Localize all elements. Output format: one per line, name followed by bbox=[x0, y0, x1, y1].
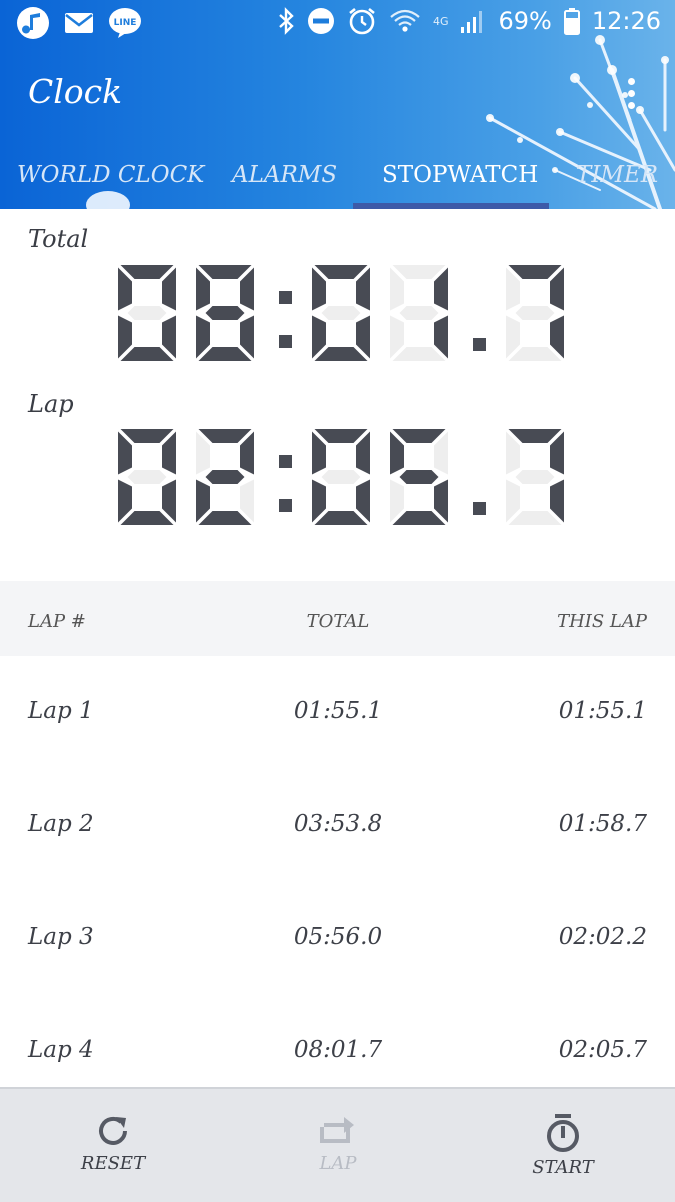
do-not-disturb-icon bbox=[307, 7, 335, 35]
lap-time-display: 02:05.7 bbox=[110, 427, 570, 527]
segment-a bbox=[314, 429, 368, 443]
bottom-action-bar: RESET LAP START bbox=[0, 1087, 675, 1202]
mail-icon bbox=[64, 11, 94, 35]
segment-a bbox=[198, 429, 252, 443]
segment-a bbox=[392, 265, 446, 279]
lap-split: 01:58.7 bbox=[558, 811, 647, 837]
segment-d bbox=[198, 347, 252, 361]
lap-row: Lap 4 08:01.7 02:05.7 bbox=[0, 995, 675, 1086]
svg-text:LINE: LINE bbox=[114, 18, 137, 28]
segment-a bbox=[392, 429, 446, 443]
segment-d bbox=[392, 511, 446, 525]
reset-icon bbox=[99, 1116, 127, 1145]
header-this-lap: THIS LAP bbox=[557, 611, 647, 632]
lap-row: Lap 2 03:53.8 01:58.7 bbox=[0, 769, 675, 882]
status-bar: LINE 4G 69% 12:26 bbox=[0, 0, 675, 46]
tab-stopwatch[interactable]: STOPWATCH bbox=[382, 162, 538, 188]
lap-total: 03:53.8 bbox=[293, 811, 383, 837]
battery-percent: 69% bbox=[498, 7, 552, 35]
decimal-dot bbox=[473, 338, 486, 351]
segment-a bbox=[120, 429, 174, 443]
lap-total: 01:55.1 bbox=[293, 698, 383, 724]
segment-d bbox=[314, 511, 368, 525]
clock-time: 12:26 bbox=[591, 7, 661, 35]
segment-d bbox=[314, 347, 368, 361]
lap-table-header: LAP # TOTAL THIS LAP bbox=[0, 581, 675, 656]
app-title: Clock bbox=[28, 72, 123, 111]
start-label: START bbox=[532, 1157, 594, 1178]
segment-a bbox=[314, 265, 368, 279]
colon-dot bbox=[279, 455, 292, 468]
total-time-digits bbox=[118, 265, 564, 361]
tab-alarms[interactable]: ALARMS bbox=[232, 162, 337, 188]
lap-row: Lap 3 05:56.0 02:02.2 bbox=[0, 882, 675, 995]
network-type: 4G bbox=[432, 14, 449, 28]
lap-time-digits bbox=[118, 429, 564, 525]
line-app-icon: LINE bbox=[108, 7, 142, 39]
lap-button[interactable]: LAP bbox=[263, 1089, 413, 1202]
segment-d bbox=[120, 511, 174, 525]
stopwatch-icon bbox=[547, 1114, 579, 1152]
lap-total: 08:01.7 bbox=[293, 1037, 383, 1063]
segment-d bbox=[508, 347, 562, 361]
segment-g bbox=[321, 470, 361, 484]
start-button[interactable]: START bbox=[488, 1089, 638, 1202]
lap-name: Lap 2 bbox=[28, 811, 94, 837]
segment-a bbox=[198, 265, 252, 279]
colon-dot bbox=[279, 291, 292, 304]
segment-g bbox=[515, 470, 555, 484]
segment-g bbox=[127, 306, 167, 320]
bluetooth-icon bbox=[277, 7, 295, 35]
decimal-dot bbox=[473, 502, 486, 515]
colon-dot bbox=[279, 335, 292, 348]
lap-total: 05:56.0 bbox=[293, 924, 383, 950]
lap-label-button: LAP bbox=[319, 1153, 357, 1174]
total-time-display: 08:01.7 bbox=[110, 263, 570, 363]
lap-time-value: 02:05.7 bbox=[110, 527, 111, 528]
tab-bar: WORLD CLOCK ALARMS STOPWATCH TIMER bbox=[0, 150, 675, 209]
segment-d bbox=[392, 347, 446, 361]
segment-d bbox=[508, 511, 562, 525]
reset-label: RESET bbox=[80, 1153, 146, 1174]
segment-a bbox=[120, 265, 174, 279]
lap-list[interactable]: Lap 1 01:55.1 01:55.1 Lap 2 03:53.8 01:5… bbox=[0, 656, 675, 1086]
lap-label: Lap bbox=[28, 390, 74, 418]
segment-d bbox=[120, 347, 174, 361]
colon-dot bbox=[279, 499, 292, 512]
lap-icon bbox=[320, 1117, 354, 1143]
reset-button[interactable]: RESET bbox=[38, 1089, 188, 1202]
header-total: TOTAL bbox=[306, 611, 370, 632]
wifi-icon bbox=[389, 8, 421, 34]
lap-name: Lap 1 bbox=[28, 698, 94, 724]
segment-g bbox=[399, 470, 439, 484]
tab-world-clock[interactable]: WORLD CLOCK bbox=[17, 162, 204, 188]
segment-g bbox=[205, 470, 245, 484]
total-label: Total bbox=[28, 225, 89, 253]
music-app-icon bbox=[16, 6, 50, 40]
segment-g bbox=[321, 306, 361, 320]
segment-g bbox=[515, 306, 555, 320]
segment-g bbox=[399, 306, 439, 320]
total-time-value: 08:01.7 bbox=[110, 363, 111, 364]
lap-name: Lap 3 bbox=[28, 924, 94, 950]
active-tab-indicator bbox=[353, 203, 549, 209]
header-lap-number: LAP # bbox=[28, 611, 86, 632]
segment-a bbox=[508, 429, 562, 443]
signal-icon bbox=[460, 8, 486, 34]
alarm-icon bbox=[347, 6, 377, 36]
overflow-menu-icon[interactable] bbox=[625, 78, 637, 114]
lap-name: Lap 4 bbox=[28, 1037, 94, 1063]
lap-split: 02:05.7 bbox=[558, 1037, 647, 1063]
lap-split: 01:55.1 bbox=[558, 698, 647, 724]
segment-g bbox=[205, 306, 245, 320]
segment-a bbox=[508, 265, 562, 279]
segment-g bbox=[127, 470, 167, 484]
app-header: LINE 4G 69% 12:26 Clock WORLD CLOCK ALAR… bbox=[0, 0, 675, 209]
battery-icon bbox=[563, 7, 580, 35]
lap-split: 02:02.2 bbox=[558, 924, 647, 950]
segment-d bbox=[198, 511, 252, 525]
tab-timer[interactable]: TIMER bbox=[576, 162, 658, 188]
lap-row: Lap 1 01:55.1 01:55.1 bbox=[0, 656, 675, 769]
